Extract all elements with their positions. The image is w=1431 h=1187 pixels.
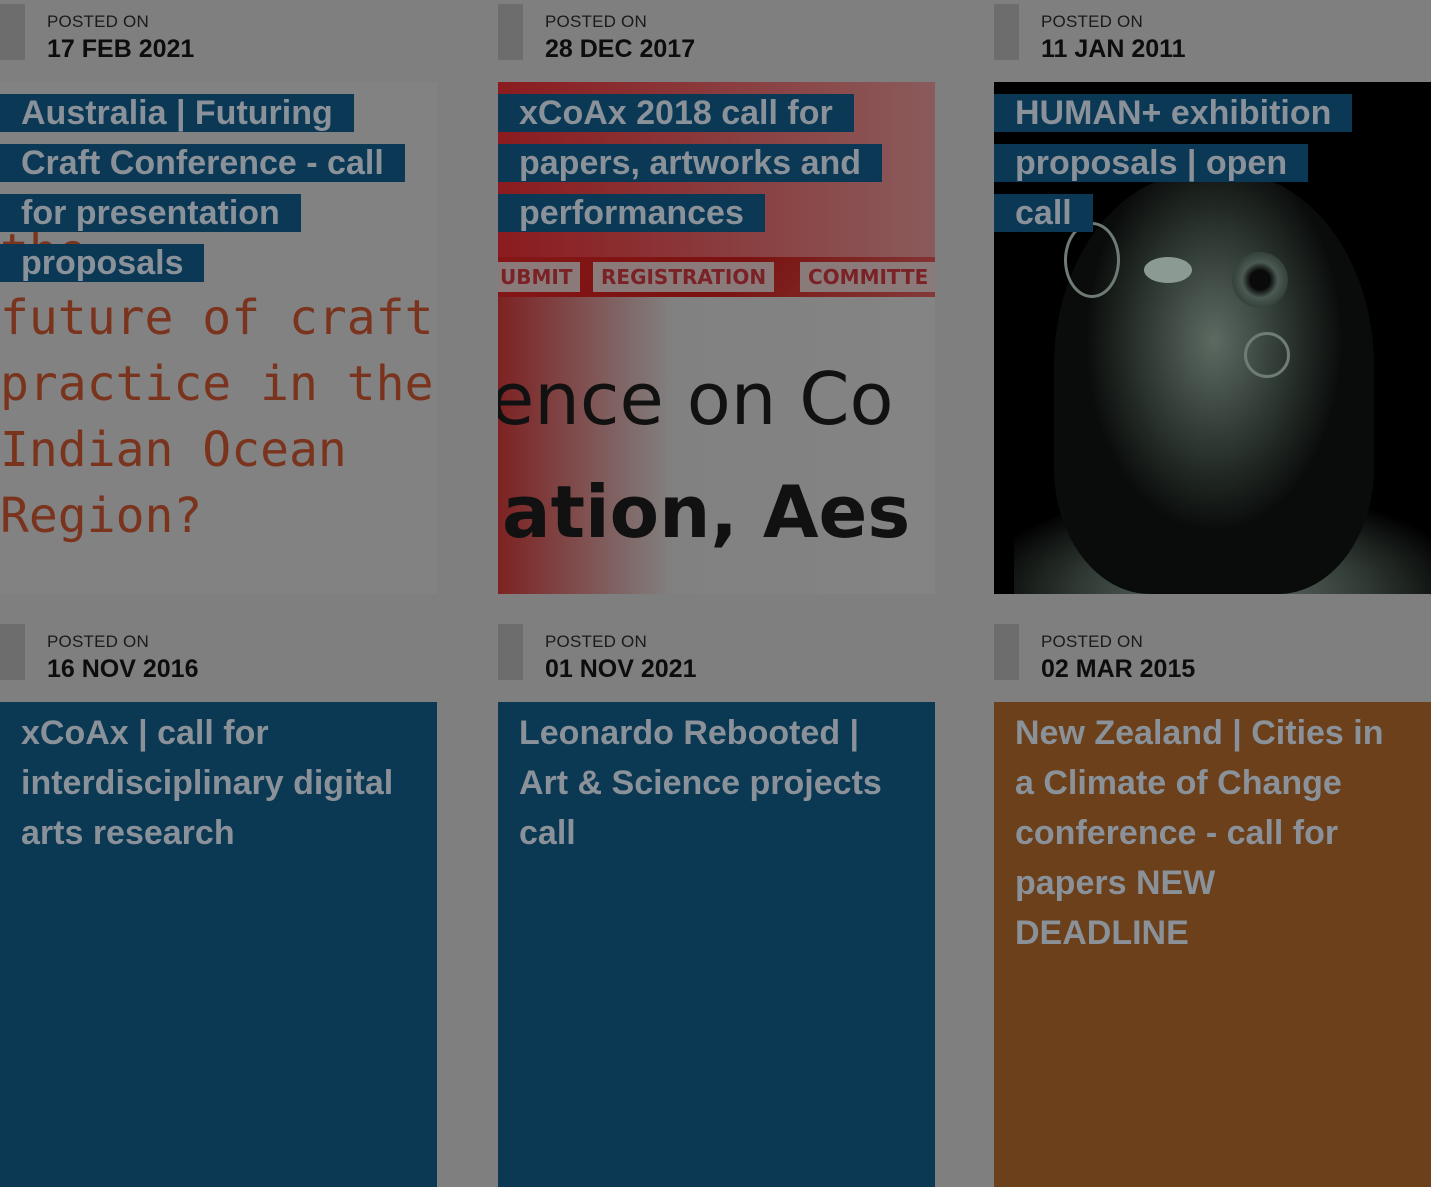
post-title-link[interactable]: Leonardo Rebooted | Art & Science projec…	[498, 708, 898, 858]
post-meta: POSTED ON 02 MAR 2015	[994, 620, 1431, 683]
post-card[interactable]: POSTED ON 16 NOV 2016 xCoAx | call for i…	[0, 620, 437, 1187]
post-title-link[interactable]: Australia | Futuring Craft Conference - …	[0, 88, 405, 288]
post-title-link[interactable]: New Zealand | Cities in a Climate of Cha…	[994, 708, 1384, 958]
post-title[interactable]: HUMAN+ exhibition proposals | open call	[994, 94, 1353, 232]
post-title-link[interactable]: HUMAN+ exhibition proposals | open call	[994, 88, 1374, 238]
posted-on-label: POSTED ON	[47, 632, 149, 651]
post-meta: POSTED ON 11 JAN 2011	[994, 0, 1431, 63]
thumbnail-heading: ence on Co	[498, 357, 894, 441]
post-date: 16 NOV 2016	[47, 655, 199, 683]
post-title[interactable]: xCoAx | call for interdisciplinary digit…	[0, 714, 393, 852]
date-bar	[994, 4, 1019, 60]
post-date: 01 NOV 2021	[545, 655, 697, 683]
post-meta: POSTED ON 28 DEC 2017	[498, 0, 935, 63]
post-title[interactable]: xCoAx 2018 call for papers, artworks and…	[498, 94, 883, 232]
post-title[interactable]: New Zealand | Cities in a Climate of Cha…	[994, 714, 1384, 952]
post-meta: POSTED ON 01 NOV 2021	[498, 620, 935, 683]
post-tile[interactable]: New Zealand | Cities in a Climate of Cha…	[994, 702, 1431, 1187]
posted-on-label: POSTED ON	[1041, 632, 1143, 651]
post-card[interactable]: POSTED ON 11 JAN 2011 HUMAN+ exhibition …	[994, 0, 1431, 594]
post-thumbnail[interactable]: HUMAN+ exhibition proposals | open call	[994, 82, 1431, 594]
portrait-eye	[1232, 252, 1288, 308]
post-card[interactable]: POSTED ON 02 MAR 2015 New Zealand | Citi…	[994, 620, 1431, 1187]
post-date: 17 FEB 2021	[47, 35, 195, 63]
post-title[interactable]: Australia | Futuring Craft Conference - …	[0, 94, 405, 282]
post-thumbnail[interactable]: the future of craft practice in the Indi…	[0, 82, 437, 594]
date-bar	[0, 4, 25, 60]
posted-on-label: POSTED ON	[47, 12, 149, 31]
posted-on-label: POSTED ON	[545, 12, 647, 31]
post-date: 02 MAR 2015	[1041, 655, 1196, 683]
post-title-link[interactable]: xCoAx 2018 call for papers, artworks and…	[498, 88, 898, 238]
thumbnail-nav-item: COMMITTE	[800, 262, 935, 292]
thumbnail-nav-item: UBMIT	[498, 262, 581, 292]
post-title-link[interactable]: xCoAx | call for interdisciplinary digit…	[0, 708, 400, 858]
thumbnail-nav-item: REGISTRATION	[593, 262, 775, 292]
post-tile[interactable]: Leonardo Rebooted | Art & Science projec…	[498, 702, 935, 1187]
date-bar	[0, 624, 25, 680]
post-tile[interactable]: xCoAx | call for interdisciplinary digit…	[0, 702, 437, 1187]
date-bar	[498, 4, 523, 60]
portrait-eye	[1144, 257, 1192, 283]
post-meta: POSTED ON 16 NOV 2016	[0, 620, 437, 683]
post-card[interactable]: POSTED ON 17 FEB 2021 the future of craf…	[0, 0, 437, 594]
post-date: 11 JAN 2011	[1041, 35, 1186, 63]
thumbnail-heading: ation, Aes	[502, 470, 911, 554]
post-card[interactable]: POSTED ON 01 NOV 2021 Leonardo Rebooted …	[498, 620, 935, 1187]
posted-on-label: POSTED ON	[545, 632, 647, 651]
post-card[interactable]: POSTED ON 28 DEC 2017 UBMIT REGISTRATION…	[498, 0, 935, 594]
post-thumbnail[interactable]: UBMIT REGISTRATION COMMITTE ence on Co a…	[498, 82, 935, 594]
date-bar	[994, 624, 1019, 680]
post-date: 28 DEC 2017	[545, 35, 696, 63]
post-title[interactable]: Leonardo Rebooted | Art & Science projec…	[498, 714, 882, 852]
post-meta: POSTED ON 17 FEB 2021	[0, 0, 437, 63]
thumbnail-nav: UBMIT REGISTRATION COMMITTE	[498, 262, 935, 294]
date-bar	[498, 624, 523, 680]
posted-on-label: POSTED ON	[1041, 12, 1143, 31]
portrait-wire	[1244, 332, 1290, 378]
